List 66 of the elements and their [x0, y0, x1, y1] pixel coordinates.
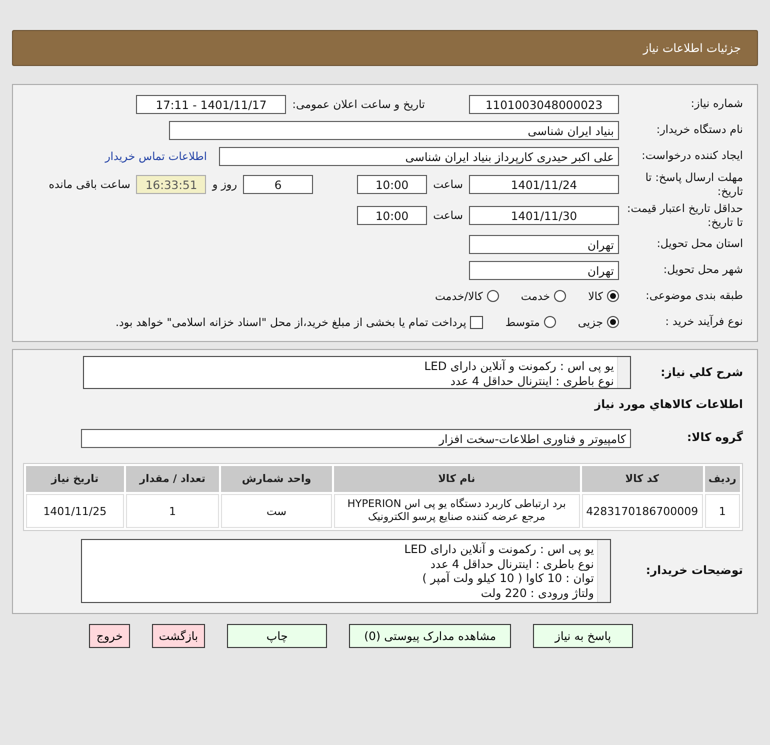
scrollbar[interactable] [597, 540, 610, 602]
table-cell: 1 [126, 494, 220, 528]
radio-option[interactable]: کالا [588, 290, 619, 302]
text-line: یو پی اس : رکمونت و آنلاین دارای LED [404, 542, 594, 556]
action-button[interactable]: پاسخ به نیاز [533, 624, 633, 648]
text-line: ولتاژ ورودی : 220 ولت [480, 586, 594, 600]
creator-field: علی اکبر حیدری کارپرداز بنیاد ایران شناسی [219, 146, 619, 166]
column-header: تعداد / مقدار [126, 466, 220, 492]
section-title: اطلاعات کالاهاي مورد نياز [593, 397, 743, 411]
column-header: واحد شمارش [221, 466, 332, 492]
page-title: جزئیات اطلاعات نیاز [643, 41, 741, 55]
buyer-org-field: بنیاد ایران شناسی [169, 120, 619, 140]
field-label: ساعت باقی مانده [48, 178, 130, 191]
exit-button[interactable]: خروج [89, 624, 130, 648]
field-label: ساعت [433, 178, 463, 191]
table-cell: 4283170186700009 [582, 494, 703, 528]
field-label: شهر محل تحویل: [662, 263, 743, 277]
field-label: نام دستگاه خریدار: [655, 123, 743, 137]
radio-option[interactable]: کالا/خدمت [435, 290, 499, 302]
radio-option[interactable]: خدمت [520, 290, 566, 302]
field-label: گروه کالا: [686, 431, 743, 445]
city-field: تهران [469, 260, 619, 280]
action-button[interactable]: مشاهده مدارک پیوستی (0) [349, 624, 511, 648]
radio-option[interactable]: متوسط [505, 316, 556, 328]
table-cell: 1 [704, 494, 740, 528]
radio-option[interactable]: جزیی [578, 316, 619, 328]
action-button[interactable]: چاپ [227, 624, 328, 648]
text-line: نوع باطری : اینترنال حداقل 4 عدد [429, 556, 594, 571]
need-number-field: 1101003048000023 [469, 94, 619, 114]
field-label: شرح کلي نياز: [660, 366, 743, 380]
column-header: کد کالا [582, 466, 703, 492]
table-cell: 1401/11/25 [26, 494, 124, 528]
text-line: یو پی اس : رکمونت و آنلاین دارای LED [424, 359, 614, 374]
field-label: تاریخ و ساعت اعلان عمومی: [292, 98, 425, 110]
field-label: استان محل تحویل: [656, 237, 743, 251]
field-label: نوع فرآیند خرید : [664, 315, 743, 329]
text-line: نوع باطری : اینترنال حداقل 4 عدد [449, 374, 614, 388]
remaining-time-field: 16:33:51 [136, 175, 206, 194]
column-header: تاریخ نیاز [26, 466, 124, 492]
deadline-date-field: 1401/11/24 [469, 175, 619, 194]
text-line: توان : 10 کاوا ( 10 کیلو ولت آمپر ) [421, 571, 594, 586]
exit-button[interactable]: بازگشت [152, 624, 206, 648]
field-label: طبقه بندی موضوعی: [644, 289, 743, 303]
scrollbar[interactable] [617, 357, 630, 388]
goods-group-field: کامپیوتر و فناوری اطلاعات-سخت افزار [81, 428, 631, 448]
deadline-time-field: 10:00 [357, 175, 428, 194]
field-label: مهلت ارسال پاسخ: تا تاریخ: [644, 171, 743, 198]
buyer-contact-link[interactable]: اطلاعات تماس خریدار [105, 150, 207, 162]
field-label: ساعت [433, 209, 463, 222]
table-cell: برد ارتباطی کاربرد دستگاه یو پی اس HYPERION مرجع عرضه کننده صنایع پرسو الکترونیک [334, 494, 580, 528]
summary-textarea[interactable]: یو پی اس : رکمونت و آنلاین دارای LED نوع باطری : اینترنال حداقل 4 عدد [83, 356, 631, 389]
validity-time-field: 10:00 [357, 206, 428, 225]
table-cell: ست [221, 494, 332, 528]
field-label: روز و [212, 178, 238, 191]
column-header: ردیف [704, 466, 740, 492]
days-field: 6 [243, 175, 314, 194]
buyer-notes-textarea[interactable]: یو پی اس : رکمونت و آنلاین دارای LED نوع باطری : اینترنال حداقل 4 عدد توان : 10 کاوا ( 10 کیلو ولت آمپر ) ولتاژ ورودی : 220 ولت [81, 539, 611, 603]
field-label: شماره نیاز: [690, 97, 743, 111]
validity-date-field: 1401/11/30 [469, 206, 619, 225]
field-label: ایجاد کننده درخواست: [640, 149, 743, 163]
province-field: تهران [469, 234, 619, 254]
payment-checkbox[interactable]: پرداخت تمام یا بخشی از مبلغ خرید،از محل "اسناد خزانه اسلامی" خواهد بود. [116, 316, 484, 328]
announce-date-field: 1401/11/17 - 17:11 [136, 94, 286, 114]
column-header: نام کالا [334, 466, 580, 492]
field-label: توضیحات خریدار: [644, 564, 743, 578]
field-label: حداقل تاریخ اعتبار قیمت: تا تاریخ: [626, 202, 743, 229]
